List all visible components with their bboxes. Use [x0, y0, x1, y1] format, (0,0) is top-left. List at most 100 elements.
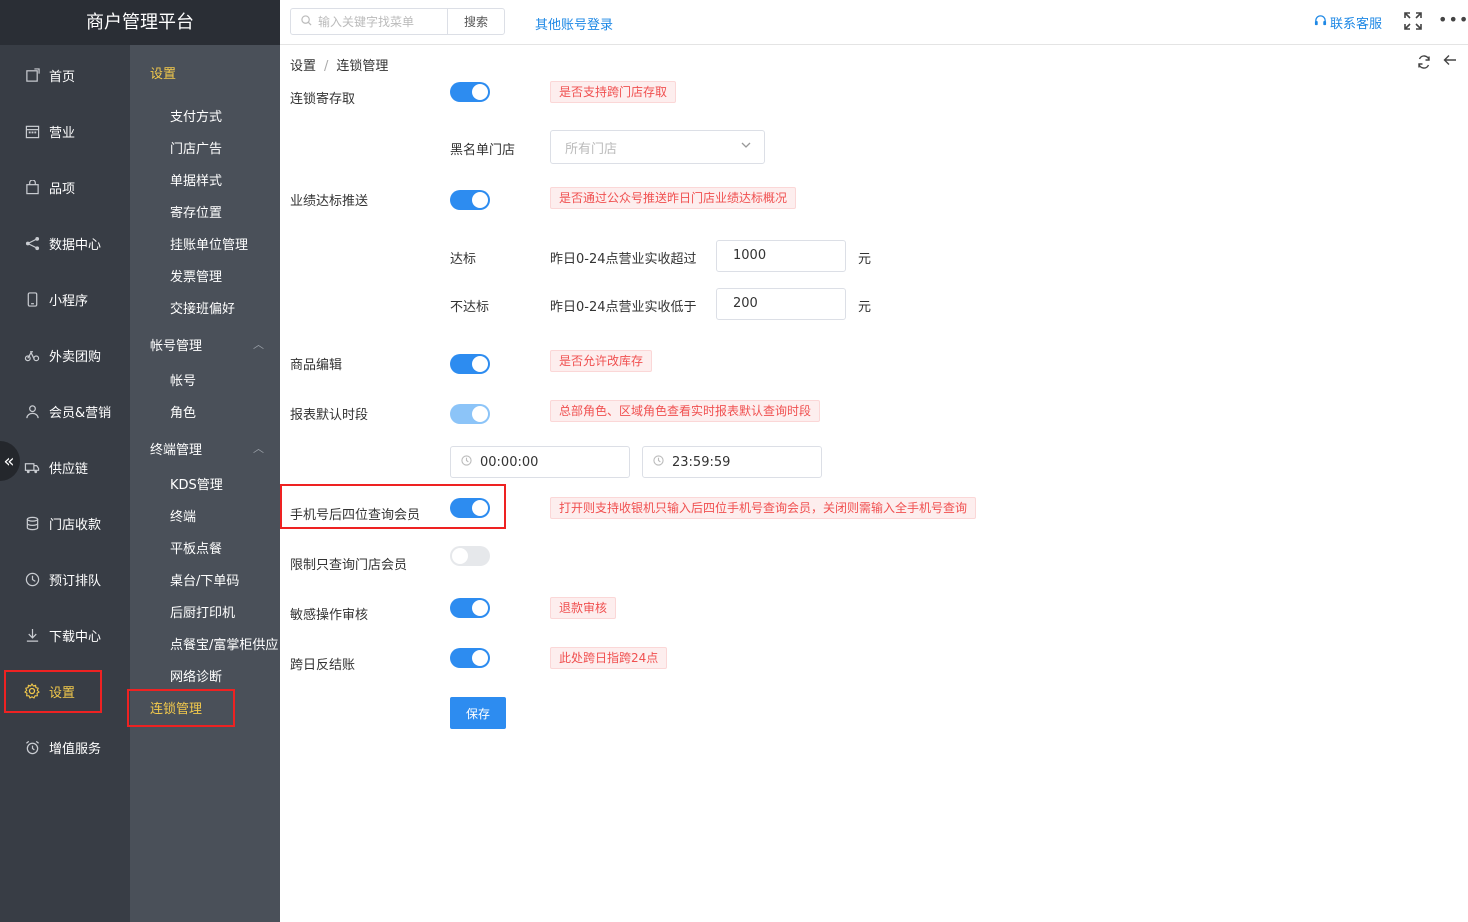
headset-icon — [1314, 14, 1327, 31]
subnav-item-payment-methods[interactable]: 支付方式 — [170, 106, 222, 125]
other-account-login-link[interactable]: 其他账号登录 — [535, 14, 613, 33]
subnav-item-role[interactable]: 角色 — [170, 402, 196, 421]
home-icon — [24, 67, 40, 83]
goods-edit-toggle[interactable] — [450, 354, 490, 374]
limit-store-member-toggle[interactable] — [450, 546, 490, 566]
subnav-item-table-code[interactable]: 桌台/下单码 — [170, 570, 239, 589]
subnav-item-shift-preference[interactable]: 交接班偏好 — [170, 298, 235, 317]
not-reach-label: 不达标 — [450, 300, 490, 315]
bike-icon — [24, 347, 40, 363]
settings-subnav: 设置 支付方式 门店广告 单据样式 寄存位置 挂账单位管理 发票管理 交接班偏好… — [130, 45, 280, 922]
subnav-item-account[interactable]: 帐号 — [170, 370, 196, 389]
not-reach-amount-input[interactable]: 200 — [716, 288, 846, 320]
cross-day-toggle[interactable] — [450, 648, 490, 668]
limit-store-member-label: 限制只查询门店会员 — [290, 558, 408, 573]
sidebar-item-delivery[interactable]: 外卖团购 — [0, 327, 130, 383]
menu-search-input[interactable]: 输入关键字找菜单 — [290, 8, 448, 35]
reach-unit: 元 — [858, 252, 872, 267]
share-icon — [24, 235, 40, 251]
refresh-icon[interactable] — [1417, 55, 1431, 73]
subnav-item-storage-location[interactable]: 寄存位置 — [170, 202, 222, 221]
subnav-item-tablet-order[interactable]: 平板点餐 — [170, 538, 222, 557]
chevron-up-icon: ︿ — [253, 442, 264, 455]
sensitive-audit-label: 敏感操作审核 — [290, 608, 369, 623]
breadcrumb-root[interactable]: 设置 — [290, 59, 316, 74]
reach-amount-input[interactable]: 1000 — [716, 240, 846, 272]
sidebar-item-mini-program[interactable]: 小程序 — [0, 271, 130, 327]
sidebar-item-member-marketing[interactable]: 会员&营销 — [0, 383, 130, 439]
subnav-item-network-diagnosis[interactable]: 网络诊断 — [170, 666, 222, 685]
subnav-item-invoice[interactable]: 发票管理 — [170, 266, 222, 285]
clock-icon — [461, 455, 472, 469]
sensitive-audit-toggle[interactable] — [450, 598, 490, 618]
sidebar-item-business[interactable]: 营业 — [0, 103, 130, 159]
subnav-group-terminal[interactable]: 终端管理 — [150, 439, 202, 458]
report-period-hint: 总部角色、区域角色查看实时报表默认查询时段 — [550, 400, 821, 422]
sidebar-item-products[interactable]: 品项 — [0, 159, 130, 215]
report-start-time-value: 00:00:00 — [480, 454, 539, 470]
subnav-item-kds[interactable]: KDS管理 — [170, 474, 223, 493]
subnav-item-credit-unit[interactable]: 挂账单位管理 — [170, 234, 248, 253]
report-end-time-input[interactable]: 23:59:59 — [642, 446, 822, 478]
sidebar-item-download-center[interactable]: 下载中心 — [0, 607, 130, 663]
sidebar-item-home[interactable]: 首页 — [0, 47, 130, 103]
bag-icon — [24, 179, 40, 195]
subnav-item-terminal[interactable]: 终端 — [170, 506, 196, 525]
sidebar-item-label: 会员&营销 — [49, 405, 112, 421]
app-title: 商户管理平台 — [0, 0, 280, 45]
sidebar-item-reservation[interactable]: 预订排队 — [0, 551, 130, 607]
report-end-time-value: 23:59:59 — [672, 454, 731, 470]
breadcrumb-separator: / — [324, 59, 329, 74]
sidebar-item-label: 预订排队 — [49, 573, 102, 589]
contact-support-link[interactable]: 联系客服 — [1314, 13, 1382, 32]
sidebar-item-supply-chain[interactable]: 供应链 — [0, 439, 130, 495]
more-icon[interactable]: ••• — [1438, 10, 1468, 29]
blacklist-store-placeholder: 所有门店 — [565, 141, 618, 157]
performance-push-label: 业绩达标推送 — [290, 194, 369, 209]
subnav-item-receipt-style[interactable]: 单据样式 — [170, 170, 222, 189]
download-icon — [24, 627, 40, 643]
phone-icon — [24, 291, 40, 307]
phone-last4-toggle[interactable] — [450, 498, 490, 518]
sidebar-item-label: 数据中心 — [49, 237, 102, 253]
chevron-up-icon: ︿ — [253, 338, 264, 351]
goods-edit-hint: 是否允许改库存 — [550, 350, 653, 372]
phone-last4-hint: 打开则支持收银机只输入后四位手机号查询会员，关闭则需输入全手机号查询 — [550, 497, 977, 519]
subnav-item-kitchen-printer[interactable]: 后厨打印机 — [170, 602, 235, 621]
sidebar-item-label: 品项 — [49, 181, 76, 197]
goods-edit-label: 商品编辑 — [290, 358, 343, 373]
performance-push-toggle[interactable] — [450, 190, 490, 210]
save-button[interactable]: 保存 — [450, 697, 506, 729]
search-button[interactable]: 搜索 — [447, 8, 505, 35]
cross-day-label: 跨日反结账 — [290, 658, 356, 673]
sidebar-item-label: 首页 — [49, 69, 76, 85]
breadcrumb-current: 连锁管理 — [336, 59, 389, 74]
highlight-box-settings — [4, 670, 102, 713]
not-reach-unit: 元 — [858, 300, 872, 315]
database-icon — [24, 515, 40, 531]
sidebar-item-label: 外卖团购 — [49, 349, 102, 365]
topbar: 输入关键字找菜单 搜索 其他账号登录 联系客服 ••• — [280, 0, 1468, 45]
chain-storage-toggle[interactable] — [450, 82, 490, 102]
sidebar-item-value-added[interactable]: 增值服务 — [0, 719, 130, 775]
back-arrow-icon[interactable] — [1443, 53, 1457, 71]
subnav-item-order-device[interactable]: 点餐宝/富掌柜供应 — [170, 634, 278, 653]
cross-day-hint: 此处跨日指跨24点 — [550, 647, 668, 669]
report-start-time-input[interactable]: 00:00:00 — [450, 446, 630, 478]
report-period-label: 报表默认时段 — [290, 408, 369, 423]
breadcrumb: 设置 / 连锁管理 — [290, 55, 388, 74]
chain-storage-label: 连锁寄存取 — [290, 92, 356, 107]
sidebar-item-label: 增值服务 — [49, 741, 102, 757]
sidebar-item-store-payment[interactable]: 门店收款 — [0, 495, 130, 551]
contact-label: 联系客服 — [1330, 17, 1383, 32]
double-chevron-left-icon: « — [3, 450, 15, 472]
fullscreen-icon[interactable] — [1404, 12, 1422, 34]
sidebar-item-label: 下载中心 — [49, 629, 102, 645]
subnav-item-store-ads[interactable]: 门店广告 — [170, 138, 222, 157]
blacklist-store-select[interactable]: 所有门店 — [550, 130, 765, 164]
sidebar-item-data-center[interactable]: 数据中心 — [0, 215, 130, 271]
not-reach-desc: 昨日0-24点营业实收低于 — [550, 300, 697, 315]
report-period-toggle[interactable] — [450, 404, 490, 424]
search-icon — [301, 14, 312, 29]
subnav-group-account[interactable]: 帐号管理 — [150, 335, 202, 354]
